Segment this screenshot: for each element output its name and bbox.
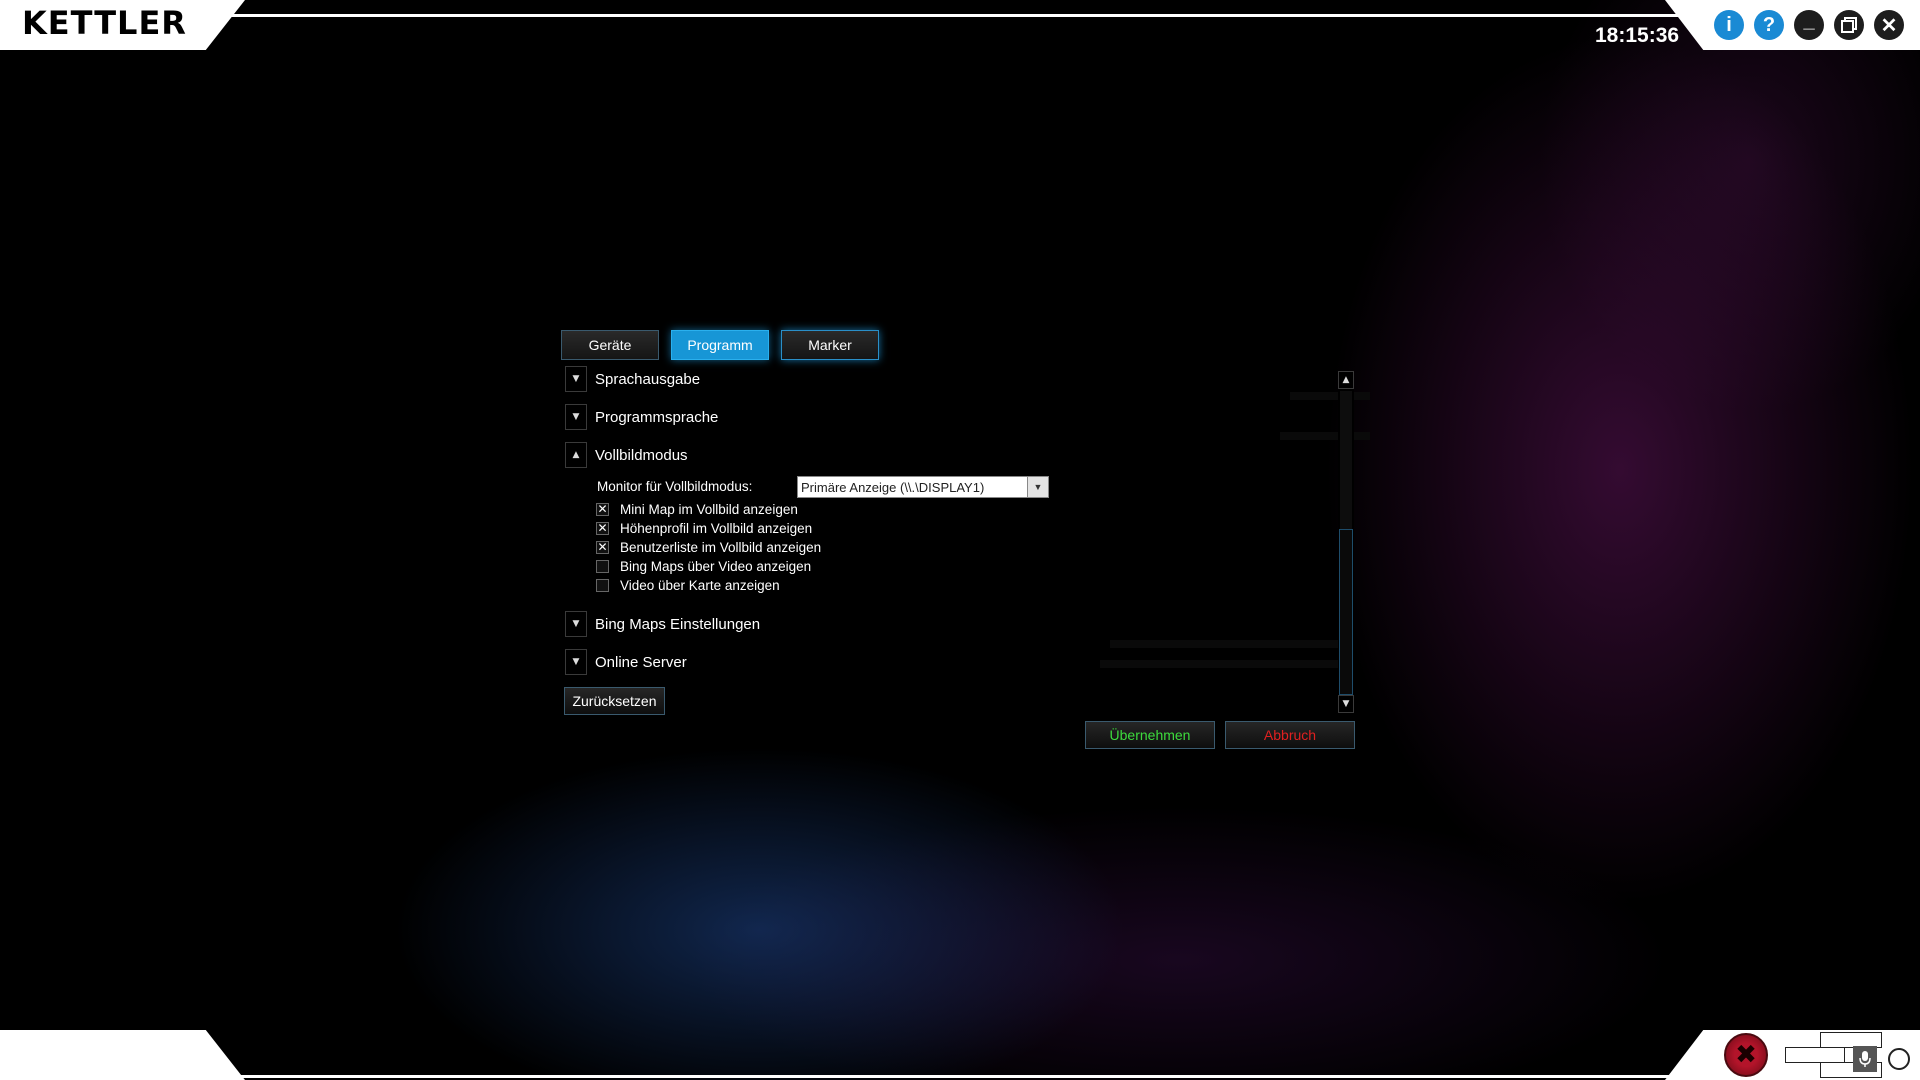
tab-marker[interactable]: Marker — [781, 330, 879, 360]
collapse-chevron-up-icon[interactable]: ▲ — [565, 442, 587, 468]
expand-chevron-down-icon[interactable]: ▼ — [565, 366, 587, 392]
monitor-select[interactable]: Primäre Anzeige (\\.\DISPLAY1) ▼ — [797, 476, 1049, 498]
checkbox-hoehenprofil[interactable]: ✕ — [596, 521, 609, 535]
section-label: Programmsprache — [595, 408, 719, 426]
scroll-up-icon[interactable]: ▲ — [1338, 371, 1354, 389]
settings-scrollbar[interactable]: ▲ ▼ — [1338, 371, 1354, 713]
checkbox-benutzerliste[interactable]: ✕ — [596, 540, 609, 554]
reset-button[interactable]: Zurücksetzen — [564, 687, 665, 715]
help-button[interactable]: ? — [1754, 10, 1784, 40]
section-sprachausgabe[interactable]: ▼ Sprachausgabe — [565, 366, 700, 392]
status-bar-left-panel — [0, 1030, 245, 1080]
scroll-thumb[interactable] — [1339, 529, 1353, 695]
section-online-server[interactable]: ▼ Online Server — [565, 649, 687, 675]
close-button[interactable]: ✕ — [1874, 10, 1904, 40]
checkbox-label: Mini Map im Vollbild anzeigen — [620, 501, 798, 517]
option-video-ueber-karte[interactable]: Video über Karte anzeigen — [596, 576, 780, 594]
checkbox-label: Benutzerliste im Vollbild anzeigen — [620, 539, 822, 555]
minimize-icon: _ — [1803, 9, 1815, 32]
cancel-button[interactable]: Abbruch — [1225, 721, 1355, 749]
kettler-logo: KETTLER — [22, 4, 187, 42]
info-icon: i — [1726, 13, 1732, 36]
background-swirl — [0, 0, 1920, 1080]
checkbox-label: Höhenprofil im Vollbild anzeigen — [620, 520, 813, 536]
close-icon: ✕ — [1880, 14, 1898, 37]
expand-chevron-down-icon[interactable]: ▼ — [565, 404, 587, 430]
help-icon: ? — [1762, 13, 1776, 36]
checkbox-label: Video über Karte anzeigen — [620, 577, 780, 593]
checkbox-mini-map[interactable]: ✕ — [596, 502, 609, 516]
microphone-button[interactable] — [1853, 1046, 1877, 1072]
option-mini-map[interactable]: ✕ Mini Map im Vollbild anzeigen — [596, 500, 798, 518]
status-bar-line — [0, 1075, 1920, 1078]
section-label: Vollbildmodus — [595, 446, 688, 464]
clock: 18:15:36 — [1595, 24, 1680, 47]
scroll-down-icon[interactable]: ▼ — [1338, 695, 1354, 713]
minimize-button[interactable]: _ — [1794, 10, 1824, 40]
monitor-select-value: Primäre Anzeige (\\.\DISPLAY1) — [801, 479, 985, 495]
option-benutzerliste[interactable]: ✕ Benutzerliste im Vollbild anzeigen — [596, 538, 821, 556]
checkbox-label: Bing Maps über Video anzeigen — [620, 558, 812, 574]
title-bar: KETTLER 18:15:36 i ? _ ✕ — [0, 0, 1920, 50]
status-bar: ✖ — [0, 1030, 1920, 1080]
section-programmsprache[interactable]: ▼ Programmsprache — [565, 404, 718, 430]
title-bar-line — [0, 14, 1920, 17]
apply-button[interactable]: Übernehmen — [1085, 721, 1215, 749]
expand-chevron-down-icon[interactable]: ▼ — [565, 611, 587, 637]
expand-chevron-down-icon[interactable]: ▼ — [565, 649, 587, 675]
section-label: Online Server — [595, 653, 687, 671]
tab-programm[interactable]: Programm — [671, 330, 769, 360]
option-hoehenprofil[interactable]: ✕ Höhenprofil im Vollbild anzeigen — [596, 519, 812, 537]
tab-geraete[interactable]: Geräte — [561, 330, 659, 360]
stop-button[interactable]: ✖ — [1724, 1033, 1768, 1077]
monitor-label: Monitor für Vollbildmodus: — [597, 479, 753, 494]
section-label: Sprachausgabe — [595, 370, 701, 388]
refresh-icon[interactable] — [1888, 1048, 1910, 1070]
checkbox-video-ueber-karte[interactable] — [596, 578, 609, 592]
section-vollbildmodus[interactable]: ▲ Vollbildmodus — [565, 442, 688, 468]
microphone-icon — [1859, 1051, 1871, 1067]
option-bing-maps-ueber-video[interactable]: Bing Maps über Video anzeigen — [596, 557, 811, 575]
info-button[interactable]: i — [1714, 10, 1744, 40]
restore-button[interactable] — [1834, 10, 1864, 40]
section-label: Bing Maps Einstellungen — [595, 615, 761, 633]
restore-icon — [1841, 17, 1857, 33]
chevron-down-icon[interactable]: ▼ — [1027, 477, 1048, 497]
checkbox-bing-maps-ueber-video[interactable] — [596, 559, 609, 573]
stop-icon: ✖ — [1735, 1040, 1757, 1070]
volume-bar[interactable] — [1785, 1047, 1845, 1063]
section-bing-maps-einstellungen[interactable]: ▼ Bing Maps Einstellungen — [565, 611, 760, 637]
